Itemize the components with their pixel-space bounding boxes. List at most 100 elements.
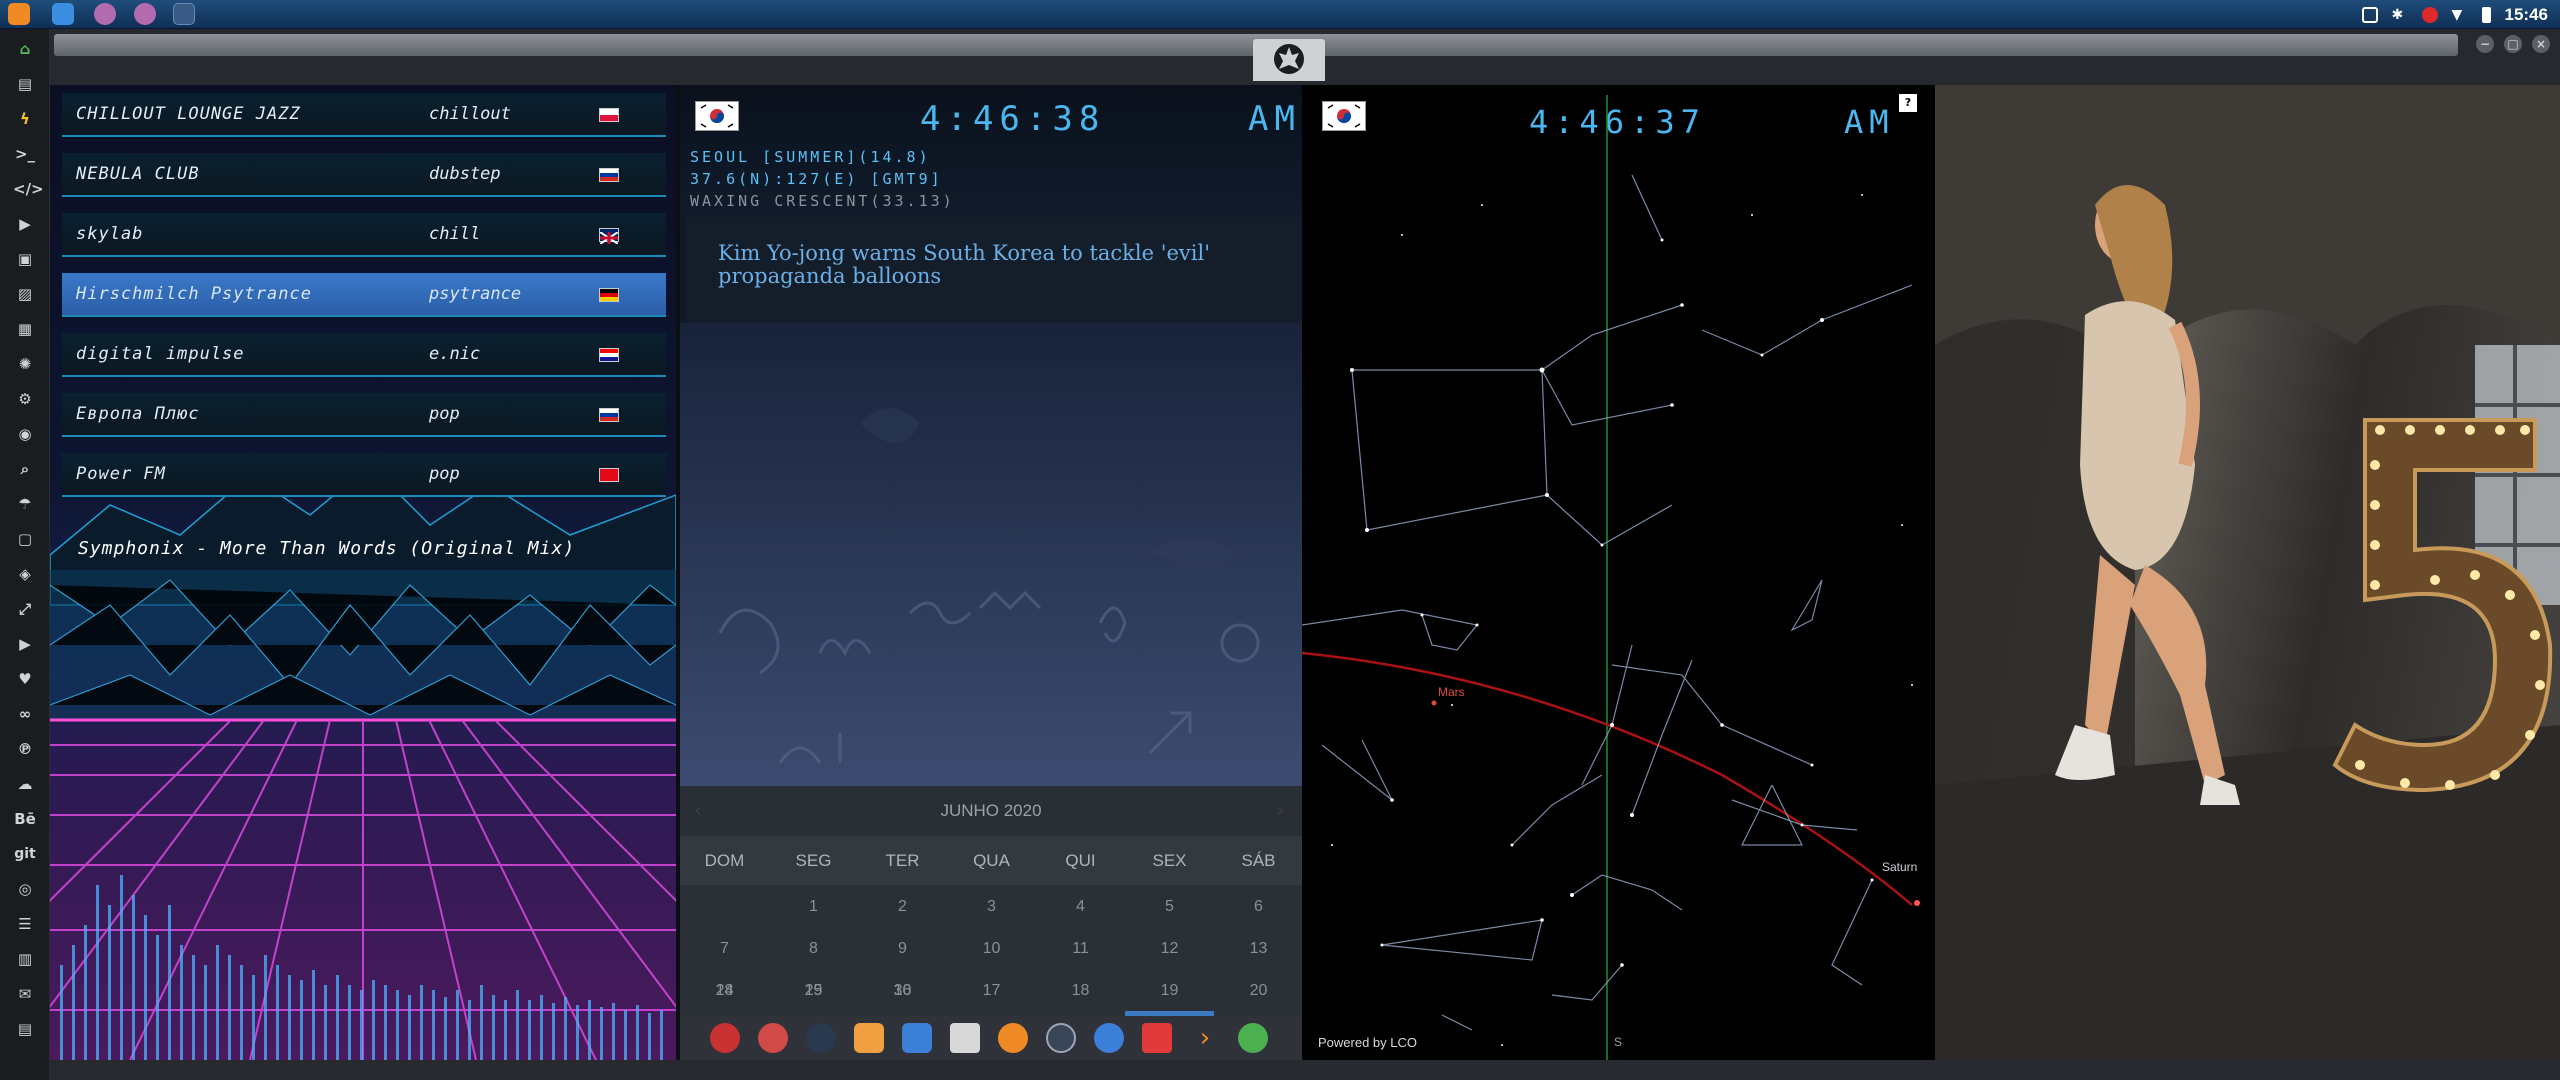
news-icon[interactable]: ▦	[13, 317, 37, 341]
notes-icon[interactable]	[950, 1023, 980, 1053]
starmap-footer[interactable]: Powered by LCO	[1318, 1035, 1417, 1050]
calendar-day[interactable]: 13	[1214, 940, 1302, 958]
calendar-day[interactable]: 30	[858, 982, 947, 1000]
calendar-day[interactable]: 6	[1214, 898, 1302, 916]
station-row[interactable]: NEBULA CLUB dubstep	[62, 153, 666, 197]
calendar-day[interactable]: 2	[858, 898, 947, 916]
timer-icon[interactable]	[758, 1023, 788, 1053]
behance-icon[interactable]: Bē	[13, 807, 37, 831]
map-icon[interactable]: ▥	[13, 947, 37, 971]
calendar-day[interactable]: 9	[858, 940, 947, 958]
translate-icon[interactable]	[902, 1023, 932, 1053]
image-icon[interactable]	[2361, 6, 2378, 23]
id-icon[interactable]: ▢	[13, 527, 37, 551]
top-panel: ✱ ▼ 15:46	[0, 0, 2560, 29]
left-dock: ⌂ ▤ ϟ >_ </> ▶ ▣ ▨ ▦ ✺ ⚙ ◉ ⌕ ☂ ▢ ◈ ⤢ ▶ ♥…	[0, 29, 50, 1080]
calendar-day[interactable]: 12	[1125, 940, 1214, 958]
calendar-day[interactable]: 18	[1036, 982, 1125, 1000]
globe-icon[interactable]	[806, 1023, 836, 1053]
globe-icon[interactable]: ◉	[13, 422, 37, 446]
mail-icon[interactable]: ✉	[13, 982, 37, 1006]
browser-icon[interactable]	[94, 3, 116, 25]
rebel-alliance-icon[interactable]	[1253, 39, 1325, 81]
window-titlebar[interactable]: − □ ×	[50, 29, 2560, 85]
minimize-button[interactable]: −	[2476, 35, 2494, 53]
clock[interactable]: 15:46	[2505, 5, 2548, 25]
alert-icon[interactable]	[2421, 6, 2438, 23]
calendar-day[interactable]: 8	[769, 940, 858, 958]
cloud-icon[interactable]: ☁	[13, 772, 37, 796]
stack-icon[interactable]: ☰	[13, 912, 37, 936]
bolt-icon[interactable]: ϟ	[13, 107, 37, 131]
calendar-day[interactable]: 10	[947, 940, 1036, 958]
gear-icon[interactable]: ✺	[13, 352, 37, 376]
lastfm-icon[interactable]: ∞	[13, 702, 37, 726]
storage-icon[interactable]: ▤	[13, 1017, 37, 1041]
star-map-panel[interactable]: 4:46:37 AM ? Mars Saturn S Powered by LC…	[1302, 85, 1935, 1060]
zodiac-background	[680, 323, 1302, 786]
media-icon[interactable]: ▣	[13, 247, 37, 271]
station-row[interactable]: skylab chill	[62, 213, 666, 257]
bluetooth-icon[interactable]: ✱	[2392, 7, 2408, 23]
github-icon[interactable]: ◎	[13, 877, 37, 901]
yandex-icon[interactable]	[1238, 1023, 1268, 1053]
news-headline[interactable]: Kim Yo-jong warns South Korea to tackle …	[718, 242, 1278, 288]
calendar-day[interactable]: 3	[947, 898, 1036, 916]
wifi-icon[interactable]: ▼	[2452, 7, 2468, 23]
calendar-header: ‹ JUNHO 2020 ›	[680, 786, 1302, 836]
home-icon[interactable]: ⌂	[13, 37, 37, 61]
flag-tr-icon	[599, 468, 619, 482]
window-icon[interactable]	[173, 3, 195, 25]
location-info: SEOUL [SUMMER](14.8) 37.6(N):127(E) [GMT…	[690, 146, 955, 212]
maximize-button[interactable]: □	[2504, 35, 2522, 53]
settings-icon[interactable]: ⚙	[13, 387, 37, 411]
planet-label-mars: Mars	[1438, 685, 1465, 699]
calendar-day[interactable]: 1	[769, 898, 858, 916]
image-icon[interactable]: ▨	[13, 282, 37, 306]
calendar-icon[interactable]	[1142, 1023, 1172, 1053]
weekday-label: SÁB	[1241, 851, 1276, 870]
calendar-day[interactable]: 29	[769, 982, 858, 1000]
clock-icon[interactable]	[1046, 1023, 1076, 1053]
calendar-day[interactable]: 20	[1214, 982, 1302, 1000]
app-launcher-icon[interactable]	[710, 1023, 740, 1053]
calendar-day[interactable]: 4	[1036, 898, 1125, 916]
calendar-day[interactable]: 5	[1125, 898, 1214, 916]
tag-icon[interactable]: ◈	[13, 562, 37, 586]
flag-de-icon	[599, 288, 619, 302]
station-row[interactable]: digital impulse e.nic	[62, 333, 666, 377]
next-month-icon[interactable]: ›	[1276, 798, 1284, 822]
station-row[interactable]: Power FM pop	[62, 453, 666, 497]
arrow-icon[interactable]: ›	[1190, 1023, 1220, 1053]
station-genre: dubstep	[429, 164, 501, 184]
code-icon[interactable]: </>	[13, 177, 44, 201]
play-icon[interactable]: ▶	[13, 212, 37, 236]
calendar-day[interactable]: 7	[680, 940, 769, 958]
calendar-day[interactable]: 11	[1036, 940, 1125, 958]
git-icon[interactable]: git	[13, 842, 37, 866]
calendar-day[interactable]: 19	[1125, 982, 1214, 1000]
photos-icon[interactable]	[854, 1023, 884, 1053]
search-icon[interactable]: ⌕	[13, 457, 37, 481]
document-icon[interactable]: ▤	[13, 72, 37, 96]
expand-icon[interactable]: ⤢	[13, 597, 37, 621]
moon-line: WAXING CRESCENT(33.13)	[690, 192, 955, 210]
battery-icon[interactable]	[2481, 6, 2491, 23]
pinterest-icon[interactable]: ℗	[13, 737, 37, 761]
station-row-selected[interactable]: Hirschmilch Psytrance psytrance	[62, 273, 666, 317]
terminal-icon[interactable]: >_	[13, 142, 37, 166]
station-row[interactable]: CHILLOUT LOUNGE JAZZ chillout	[62, 93, 666, 137]
calendar-day[interactable]: 17	[947, 982, 1036, 1000]
search-icon[interactable]	[998, 1023, 1028, 1053]
news-box[interactable]: Kim Yo-jong warns South Korea to tackle …	[686, 218, 1302, 323]
youtube-icon[interactable]: ▶	[13, 632, 37, 656]
umbrella-icon[interactable]: ☂	[13, 492, 37, 516]
heart-icon[interactable]: ♥	[13, 667, 37, 691]
browser-icon[interactable]	[1094, 1023, 1124, 1053]
calendar-day[interactable]: 28	[680, 982, 769, 1000]
files-icon[interactable]	[52, 3, 74, 25]
browser-icon[interactable]	[134, 3, 156, 25]
close-button[interactable]: ×	[2532, 35, 2550, 53]
sublime-text-icon[interactable]	[8, 3, 30, 25]
station-row[interactable]: Европа Плюс pop	[62, 393, 666, 437]
